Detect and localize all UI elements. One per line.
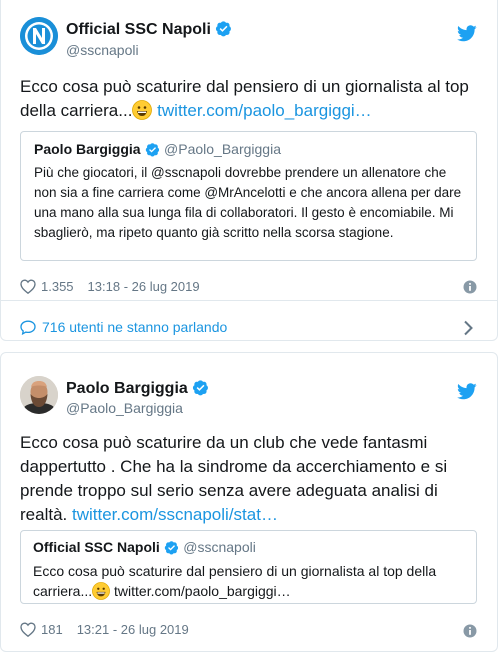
tweet-card-2: Paolo Bargiggia @Paolo_Bargiggia Ecco co… [0,352,498,652]
author-handle[interactable]: @Paolo_Bargiggia [66,400,183,416]
twitter-bird-icon[interactable] [457,25,477,42]
quoted-text: Ecco cosa può scaturire dal pensiero di … [33,561,465,601]
napoli-logo [20,17,58,55]
tweet-link[interactable]: twitter.com/paolo_bargiggi… [157,101,372,120]
tweet-text: Ecco cosa può scaturire da un club che v… [20,431,485,527]
timestamp[interactable]: 13:21 - 26 lug 2019 [77,622,189,637]
verified-icon [192,380,208,396]
tweet-meta: 181 13:21 - 26 lug 2019 [20,622,189,637]
author-handle[interactable]: @sscnapoli [66,42,139,58]
divider [1,300,497,301]
avatar-photo [20,376,58,414]
tweet-text: Ecco cosa può scaturire dal pensiero di … [20,75,485,123]
chat-bubble-icon [20,319,36,335]
author-name[interactable]: Paolo Bargiggia [66,379,209,398]
timestamp[interactable]: 13:18 - 26 lug 2019 [88,279,200,294]
author-name-text[interactable]: Paolo Bargiggia [66,380,188,397]
quoted-tweet[interactable]: Official SSC Napoli @sscnapoli Ecco cosa… [20,530,477,604]
info-icon[interactable] [463,280,477,294]
quoted-header: Paolo Bargiggia @Paolo_Bargiggia [34,141,281,159]
verified-icon [164,541,178,555]
author-name-text[interactable]: Official SSC Napoli [66,21,211,38]
heart-icon[interactable] [20,622,36,637]
chevron-right-icon[interactable] [463,320,473,336]
quoted-text: Più che giocatori, il @sscnapoli dovrebb… [34,165,462,240]
avatar[interactable] [20,17,58,55]
quoted-author-name: Official SSC Napoli [33,539,160,555]
avatar[interactable] [20,376,58,414]
like-count[interactable]: 181 [41,622,63,637]
quoted-author-handle: @Paolo_Bargiggia [164,141,281,157]
tweet-card-1: Official SSC Napoli @sscnapoli Ecco cosa… [0,0,498,341]
info-icon[interactable] [463,624,477,638]
grinning-emoji [92,582,111,600]
conversation-count[interactable]: 716 utenti ne stanno parlando [42,319,227,335]
quoted-author-handle: @sscnapoli [183,539,256,555]
verified-icon [215,21,231,37]
quoted-link: twitter.com/paolo_bargiggi… [114,583,291,599]
heart-icon[interactable] [20,279,36,294]
tweet-link[interactable]: twitter.com/sscnapoli/stat… [72,505,278,524]
conversation-link[interactable]: 716 utenti ne stanno parlando [20,319,227,335]
tweet-meta: 1.355 13:18 - 26 lug 2019 [20,279,200,294]
like-count[interactable]: 1.355 [41,279,74,294]
quoted-tweet[interactable]: Paolo Bargiggia @Paolo_Bargiggia Più che… [20,131,477,261]
quoted-author-name: Paolo Bargiggia [34,141,141,157]
twitter-bird-icon[interactable] [457,383,477,400]
grinning-emoji [132,100,153,120]
verified-icon [145,143,159,157]
author-name[interactable]: Official SSC Napoli [66,20,232,39]
quoted-header: Official SSC Napoli @sscnapoli [33,539,256,557]
